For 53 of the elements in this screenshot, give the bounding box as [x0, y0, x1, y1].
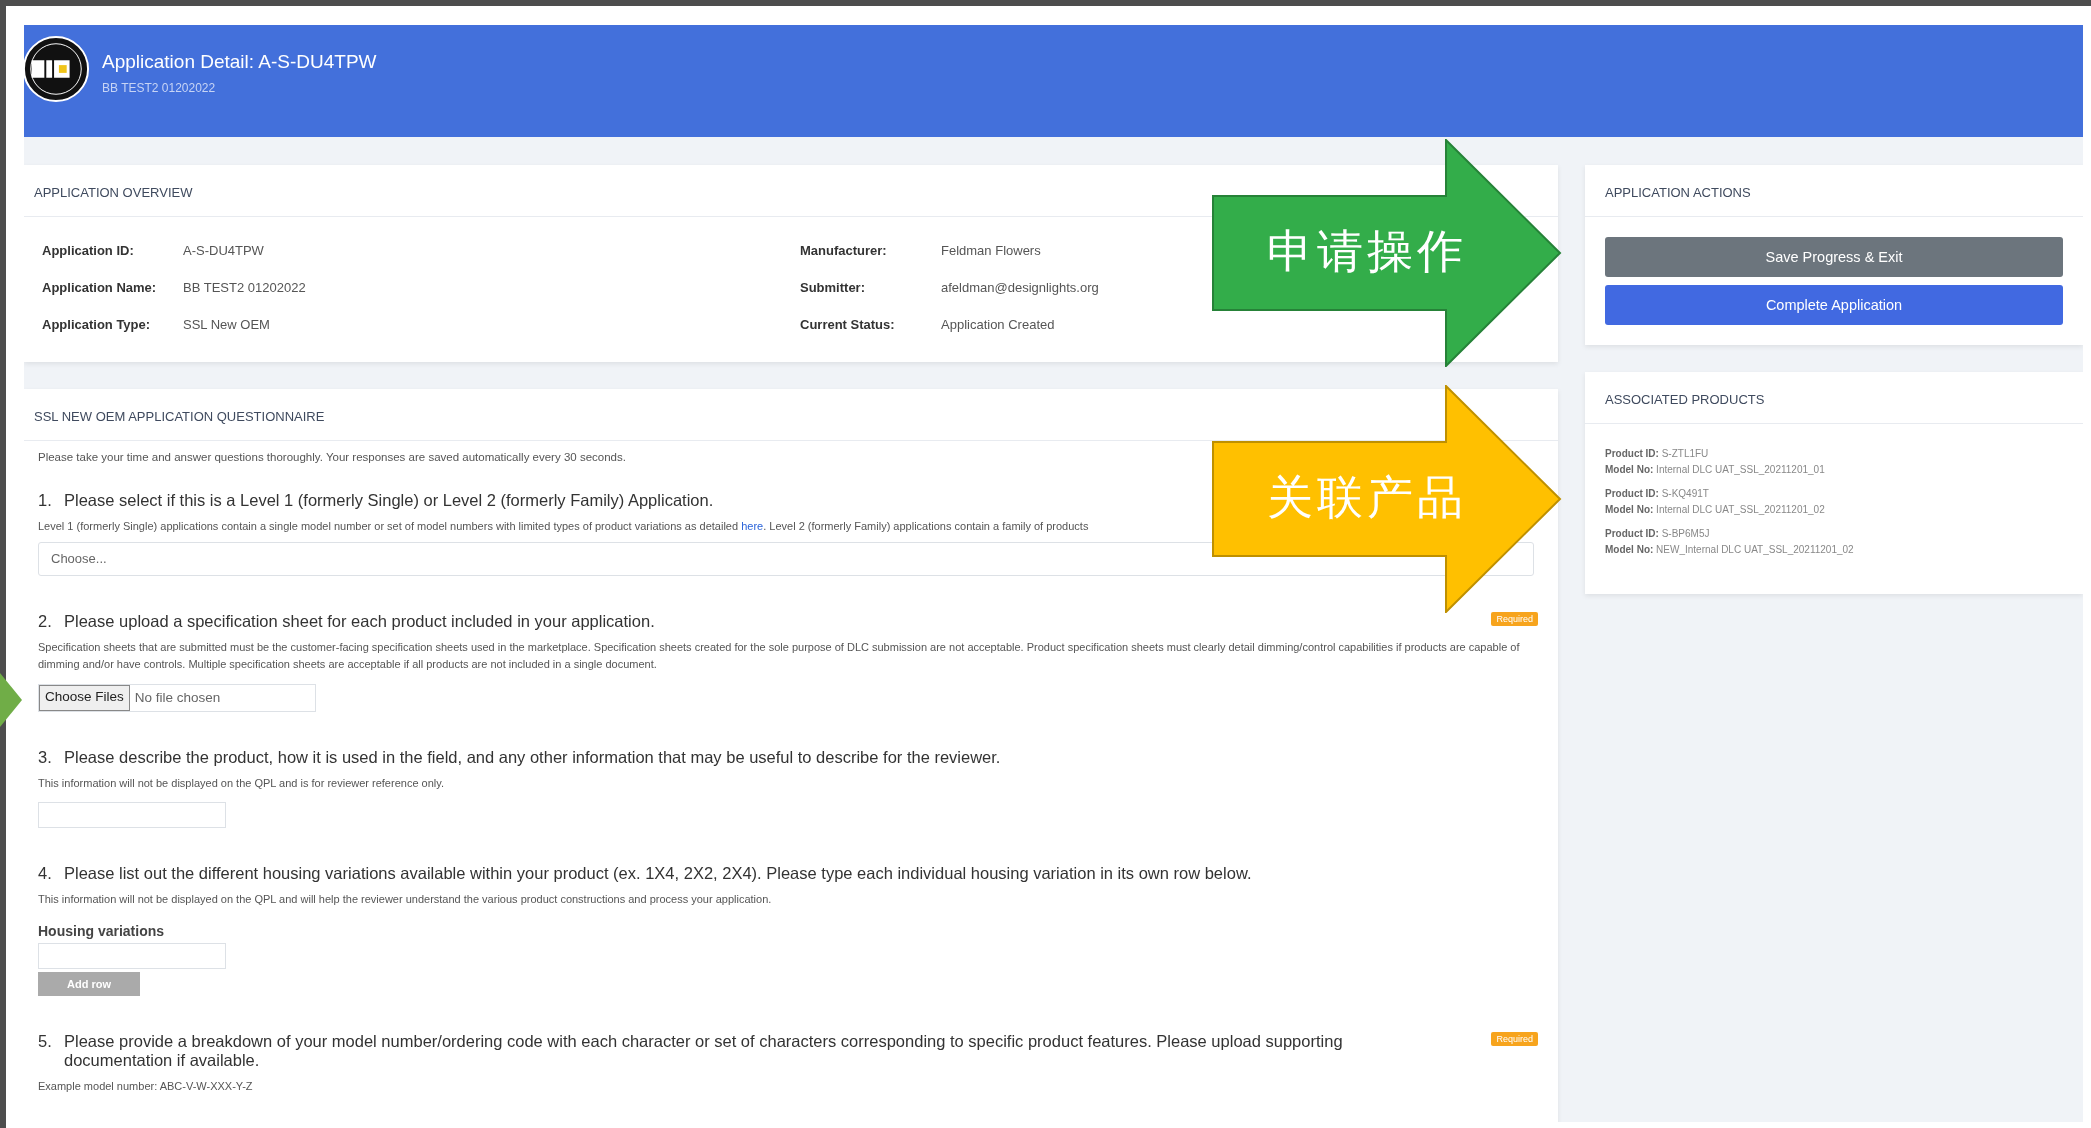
question-hint: Example model number: ABC-V-W-XXX-Y-Z	[38, 1078, 254, 1094]
file-status: No file chosen	[133, 690, 221, 706]
question-text: Please select if this is a Level 1 (formerly Single) or Level 2 (formerly Family) Application.	[64, 491, 715, 510]
page-title: Application Detail: A-S-DU4TPW	[102, 51, 377, 73]
complete-button[interactable]: Complete Application	[1605, 285, 2063, 325]
required-badge: Required	[1491, 1031, 1538, 1046]
field-value: SSL New OEM	[183, 317, 270, 332]
field-label: Application ID:	[42, 243, 135, 258]
field-label: Manufacturer:	[800, 243, 888, 258]
question-text: Please upload a specification sheet for each product included in your application.	[64, 611, 656, 631]
choose-files-button[interactable]: Choose Files	[39, 684, 130, 711]
question-hint: Specification sheets that are submitted must be the customer-facing specification sheets used in the marketplace. Specification sheets created for the sole purpose of DLC submission are not acceptable. Product specification sheets must clearly detail dimming/control capabilities if products are capable of dimming and/or have controls. Multiple specification sheets are acceptable if all products are not included in a single document.	[38, 639, 1521, 673]
field-label: Submitter:	[800, 280, 866, 295]
question-hint: This information will not be displayed on the QPL and will help the reviewer understand the various product constructions and process your application.	[38, 892, 773, 908]
field-value: A-S-DU4TPW	[183, 243, 264, 258]
here-link[interactable]: here	[741, 520, 764, 532]
file-input[interactable]: Choose Files No file chosen	[38, 683, 316, 712]
callout-label: 申请操作	[1267, 223, 1467, 279]
card-title: APPLICATION ACTIONS	[1585, 165, 2083, 217]
field-value: Feldman Flowers	[941, 243, 1041, 258]
intro-text: Please take your time and answer questions thoroughly. Your responses are saved automatically every 30 seconds.	[38, 451, 627, 463]
question-text: Please list out the different housing variations available within your product (ex. 1X4, 2X2, 2X4). Please type each individual housing variation in its own row below.	[64, 864, 1253, 884]
question-number: 4.	[38, 864, 53, 884]
question-text: Please describe the product, how it is used in the field, and any other information that may be useful to describe for the reviewer.	[64, 747, 1002, 767]
field-value: BB TEST2 01202022	[183, 280, 306, 295]
model-number: Model No: Internal DLC UAT_SSL_20211201_01	[1605, 463, 1826, 477]
text-field[interactable]	[38, 802, 226, 829]
page-subtitle: BB TEST2 01202022	[102, 81, 217, 95]
question-number: 5.	[38, 1031, 53, 1051]
required-badge: Required	[1491, 611, 1538, 626]
arrow-tip-icon	[0, 673, 22, 727]
field-value: afeldman@designlights.org	[941, 280, 1099, 295]
product-id: Product ID: S-ZTL1FU	[1605, 447, 1710, 461]
callout-label: 关联产品	[1267, 469, 1467, 525]
text-field[interactable]	[38, 942, 226, 969]
question-number: 2.	[38, 611, 53, 631]
field-label: Current Status:	[800, 317, 896, 332]
product-id: Product ID: S-KQ491T	[1605, 487, 1710, 501]
question-hint: Level 1 (formerly Single) applications contain a single model number or set of model numbers with limited types of product variations as detailed here. Level 2 (formerly Family) applications contain a family of products	[38, 519, 1090, 534]
card-title: ASSOCIATED PRODUCTS	[1585, 372, 2083, 424]
model-number: Model No: NEW_Internal DLC UAT_SSL_20211201_02	[1605, 543, 1855, 557]
field-label: Application Name:	[42, 280, 158, 295]
question-number: 3.	[38, 747, 53, 767]
model-number: Model No: Internal DLC UAT_SSL_20211201_02	[1605, 503, 1826, 517]
field-value: Application Created	[941, 317, 1055, 332]
question-number: 1.	[38, 491, 53, 510]
question-text: Please provide a breakdown of your model number/ordering code with each character or set of characters corresponding to specific product features. Please upload supporting documentation if available.	[64, 1031, 1344, 1070]
logo-icon	[24, 35, 90, 103]
product-id: Product ID: S-BP6M5J	[1605, 527, 1711, 541]
save-button[interactable]: Save Progress & Exit	[1605, 237, 2063, 277]
field-label: Application Type:	[42, 317, 152, 332]
field-label: Housing variations	[38, 922, 166, 939]
question-hint: This information will not be displayed on the QPL and is for reviewer reference only.	[38, 775, 445, 791]
